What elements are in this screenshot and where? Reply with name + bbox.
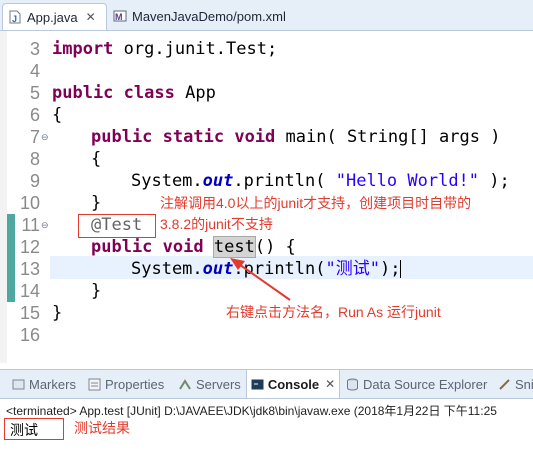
- close-tab-icon[interactable]: ✕: [325, 377, 335, 391]
- tab-label: Sni: [515, 376, 533, 392]
- snippets-icon: [499, 378, 510, 390]
- tab-label: Servers: [196, 376, 241, 392]
- properties-icon: [88, 378, 101, 390]
- tab-label: Data Source Explorer: [363, 376, 488, 392]
- annotation-note-run-as: 右键点击方法名，Run As 运行junit: [226, 304, 441, 320]
- annotation-note-result: 测试结果: [74, 420, 130, 436]
- servers-icon: [179, 378, 191, 390]
- tab-data-source-explorer[interactable]: Data Source Explorer: [346, 370, 487, 398]
- tab-console[interactable]: Console ✕: [246, 370, 340, 398]
- tab-label: Markers: [29, 376, 76, 392]
- tab-snippets[interactable]: Sni: [498, 370, 533, 398]
- annotation-box-output: [4, 418, 64, 440]
- console-icon: [251, 379, 264, 389]
- bottom-panel-tabs: Markers Properties Servers Console ✕ Dat…: [0, 369, 533, 399]
- tab-properties[interactable]: Properties: [88, 370, 164, 398]
- tab-servers[interactable]: Servers: [179, 370, 241, 398]
- data-source-icon: [347, 378, 358, 391]
- tab-label: Properties: [105, 376, 165, 392]
- console-status-line: <terminated> App.test [JUnit] D:\JAVAEE\…: [6, 404, 497, 418]
- tab-label: Console: [267, 376, 320, 392]
- tab-markers[interactable]: Markers: [12, 370, 76, 398]
- markers-icon: [12, 379, 25, 389]
